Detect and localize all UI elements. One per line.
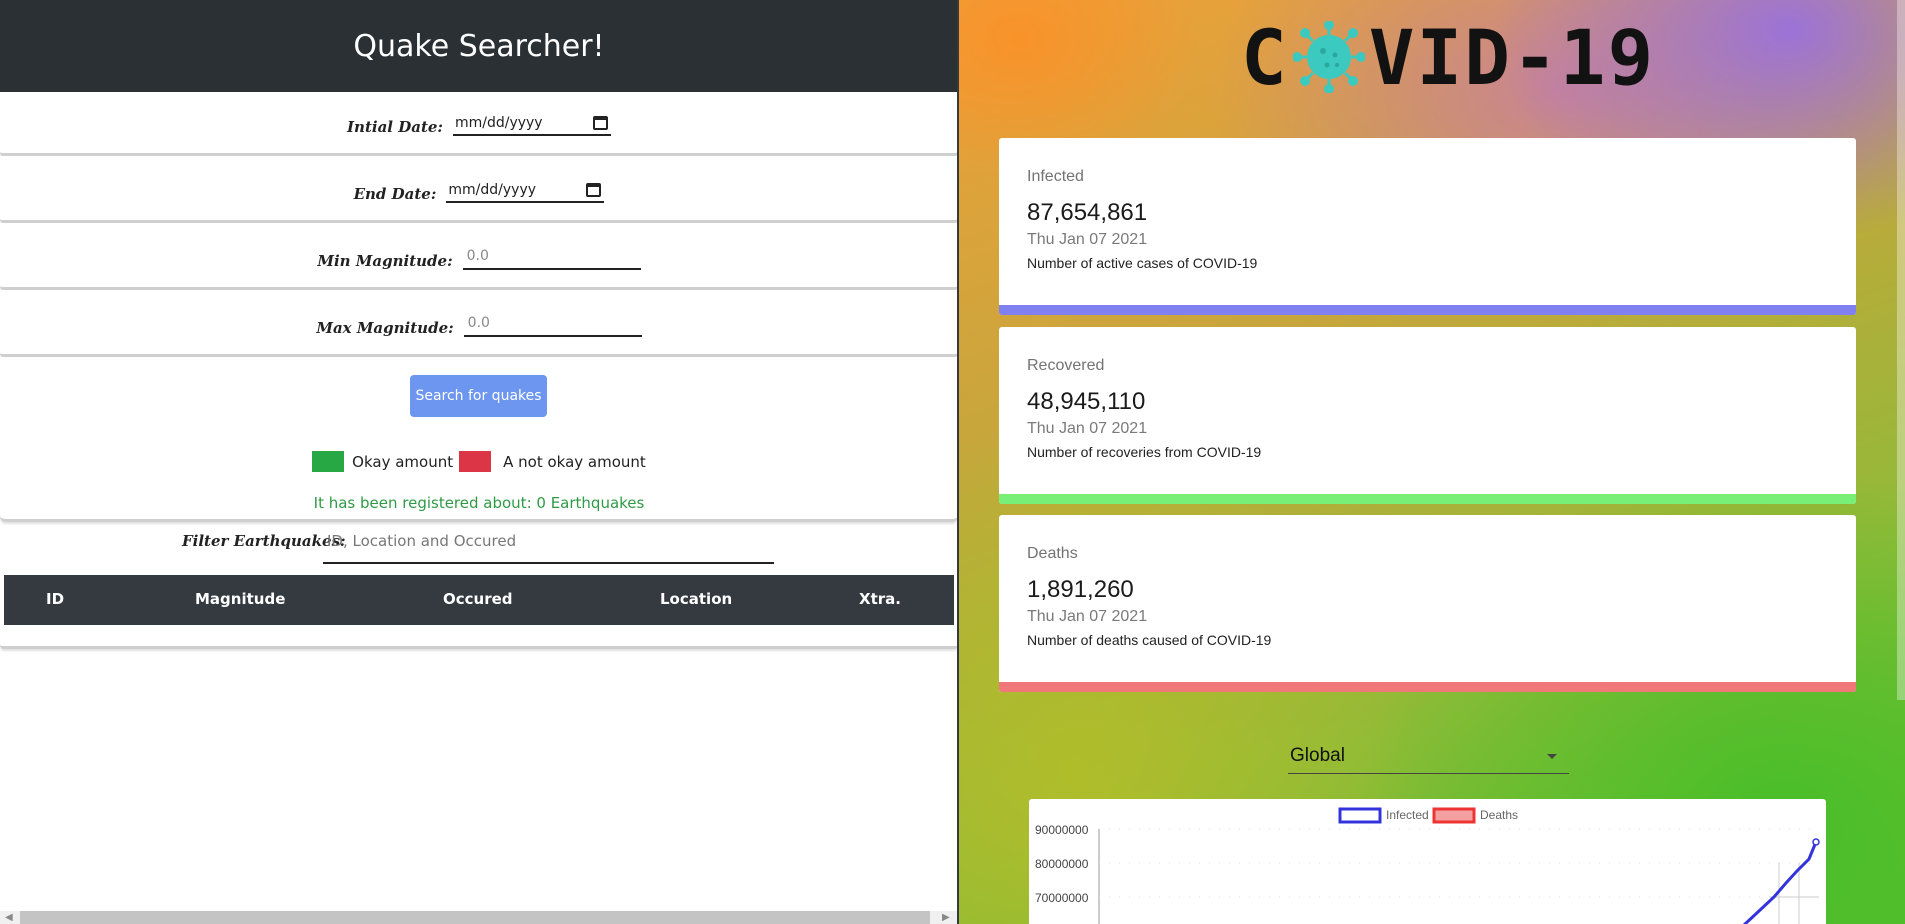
end-date-field[interactable]: mm/dd/yyyy xyxy=(446,181,605,203)
legend-deaths-label[interactable]: Deaths xyxy=(1480,808,1518,822)
min-magnitude-row: Min Magnitude: 0.0 xyxy=(0,248,958,270)
recovered-date: Thu Jan 07 2021 xyxy=(1027,420,1148,437)
legend-infected-swatch[interactable] xyxy=(1338,807,1382,824)
deaths-card: Deaths 1,891,260 Thu Jan 07 2021 Number … xyxy=(999,515,1856,692)
max-magnitude-row: Max Magnitude: 0.0 xyxy=(0,315,958,337)
page-title: Quake Searcher! xyxy=(0,0,958,92)
not-okay-swatch xyxy=(459,451,492,472)
y-tick-label: 90000000 xyxy=(1035,823,1089,837)
earthquake-count: It has been registered about: 0 Earthqua… xyxy=(313,494,645,512)
infected-title: Infected xyxy=(1027,168,1084,185)
okay-swatch xyxy=(312,451,345,472)
quake-searcher-panel: Quake Searcher! Intial Date: mm/dd/yyyy … xyxy=(0,0,958,924)
infected-series-point[interactable] xyxy=(1812,838,1820,846)
deaths-title: Deaths xyxy=(1027,545,1078,562)
infected-value: 87,654,861 xyxy=(1027,199,1148,226)
scroll-left-icon[interactable]: ◀ xyxy=(5,911,13,924)
recovered-card: Recovered 48,945,110 Thu Jan 07 2021 Num… xyxy=(999,327,1856,504)
chevron-down-icon[interactable] xyxy=(1547,754,1557,759)
region-selected-value: Global xyxy=(1290,745,1345,766)
end-date-row: End Date: mm/dd/yyyy xyxy=(0,181,958,203)
logo-letter-c: C xyxy=(1241,12,1289,102)
calendar-icon[interactable] xyxy=(586,183,602,197)
deaths-accent-bar xyxy=(999,682,1856,692)
infected-description: Number of active cases of COVID-19 xyxy=(1027,255,1258,271)
chart-svg: Infected Deaths 90000000 80000000 700000… xyxy=(1035,807,1820,924)
recovered-title: Recovered xyxy=(1027,357,1105,374)
horizontal-scrollbar[interactable]: ◀ ▶ xyxy=(0,911,958,924)
max-magnitude-input[interactable]: 0.0 xyxy=(463,313,642,337)
covid-logo: C VID-19 xyxy=(1241,13,1655,102)
initial-date-row: Intial Date: mm/dd/yyyy xyxy=(0,114,958,136)
legend: Okay amount A not okay amount xyxy=(0,451,958,472)
column-header-xtra[interactable]: Xtra. xyxy=(859,590,901,608)
legend-infected-label[interactable]: Infected xyxy=(1386,808,1429,822)
filter-label: Filter Earthquakes: xyxy=(182,532,346,550)
cases-chart: Infected Deaths 90000000 80000000 700000… xyxy=(1029,799,1826,924)
filter-input[interactable]: ID, Location and Occured xyxy=(323,528,774,564)
infected-date: Thu Jan 07 2021 xyxy=(1027,231,1148,248)
legend-deaths-swatch[interactable] xyxy=(1432,807,1476,824)
grid-lines xyxy=(1099,828,1819,898)
deaths-description: Number of deaths caused of COVID-19 xyxy=(1027,632,1272,648)
results-table-body xyxy=(0,625,958,649)
initial-date-label: Intial Date: xyxy=(347,118,443,136)
region-select[interactable]: Global xyxy=(1288,738,1569,774)
y-tick-label: 80000000 xyxy=(1035,857,1089,871)
not-okay-label: A not okay amount xyxy=(503,452,646,471)
results-table-header: ID Magnitude Occured Location Xtra. xyxy=(4,575,954,625)
deaths-date: Thu Jan 07 2021 xyxy=(1027,608,1148,625)
end-date-value: mm/dd/yyyy xyxy=(448,182,537,198)
filter-row: Filter Earthquakes: ID, Location and Occ… xyxy=(0,528,958,564)
okay-label: Okay amount xyxy=(352,452,454,471)
end-date-label: End Date: xyxy=(353,185,437,203)
y-tick-label: 70000000 xyxy=(1035,891,1089,905)
recovered-description: Number of recoveries from COVID-19 xyxy=(1027,444,1262,460)
initial-date-field[interactable]: mm/dd/yyyy xyxy=(452,114,611,136)
vertical-scrollbar[interactable] xyxy=(1897,0,1905,700)
scroll-right-icon[interactable]: ▶ xyxy=(942,911,950,924)
initial-date-value: mm/dd/yyyy xyxy=(454,115,543,131)
calendar-icon[interactable] xyxy=(592,116,608,130)
deaths-value: 1,891,260 xyxy=(1027,576,1134,603)
column-header-magnitude[interactable]: Magnitude xyxy=(195,590,285,608)
max-magnitude-label: Max Magnitude: xyxy=(316,319,454,337)
column-header-id[interactable]: ID xyxy=(46,590,64,608)
recovered-accent-bar xyxy=(999,494,1856,504)
infected-card: Infected 87,654,861 Thu Jan 07 2021 Numb… xyxy=(999,138,1856,315)
column-header-location[interactable]: Location xyxy=(660,590,732,608)
recovered-value: 48,945,110 xyxy=(1027,388,1146,415)
infected-accent-bar xyxy=(999,305,1856,315)
virus-icon xyxy=(1292,21,1365,93)
infected-series-line xyxy=(1742,841,1818,924)
search-quakes-button[interactable]: Search for quakes xyxy=(410,375,547,417)
covid-dashboard-panel: C VID-19 Infected 87,654,861 Thu Jan 07 … xyxy=(959,0,1905,924)
column-header-occured[interactable]: Occured xyxy=(443,590,513,608)
logo-letters-vid19: VID-19 xyxy=(1368,12,1656,102)
scrollbar-thumb[interactable] xyxy=(20,911,930,924)
min-magnitude-input[interactable]: 0.0 xyxy=(462,246,641,270)
min-magnitude-label: Min Magnitude: xyxy=(317,252,453,270)
